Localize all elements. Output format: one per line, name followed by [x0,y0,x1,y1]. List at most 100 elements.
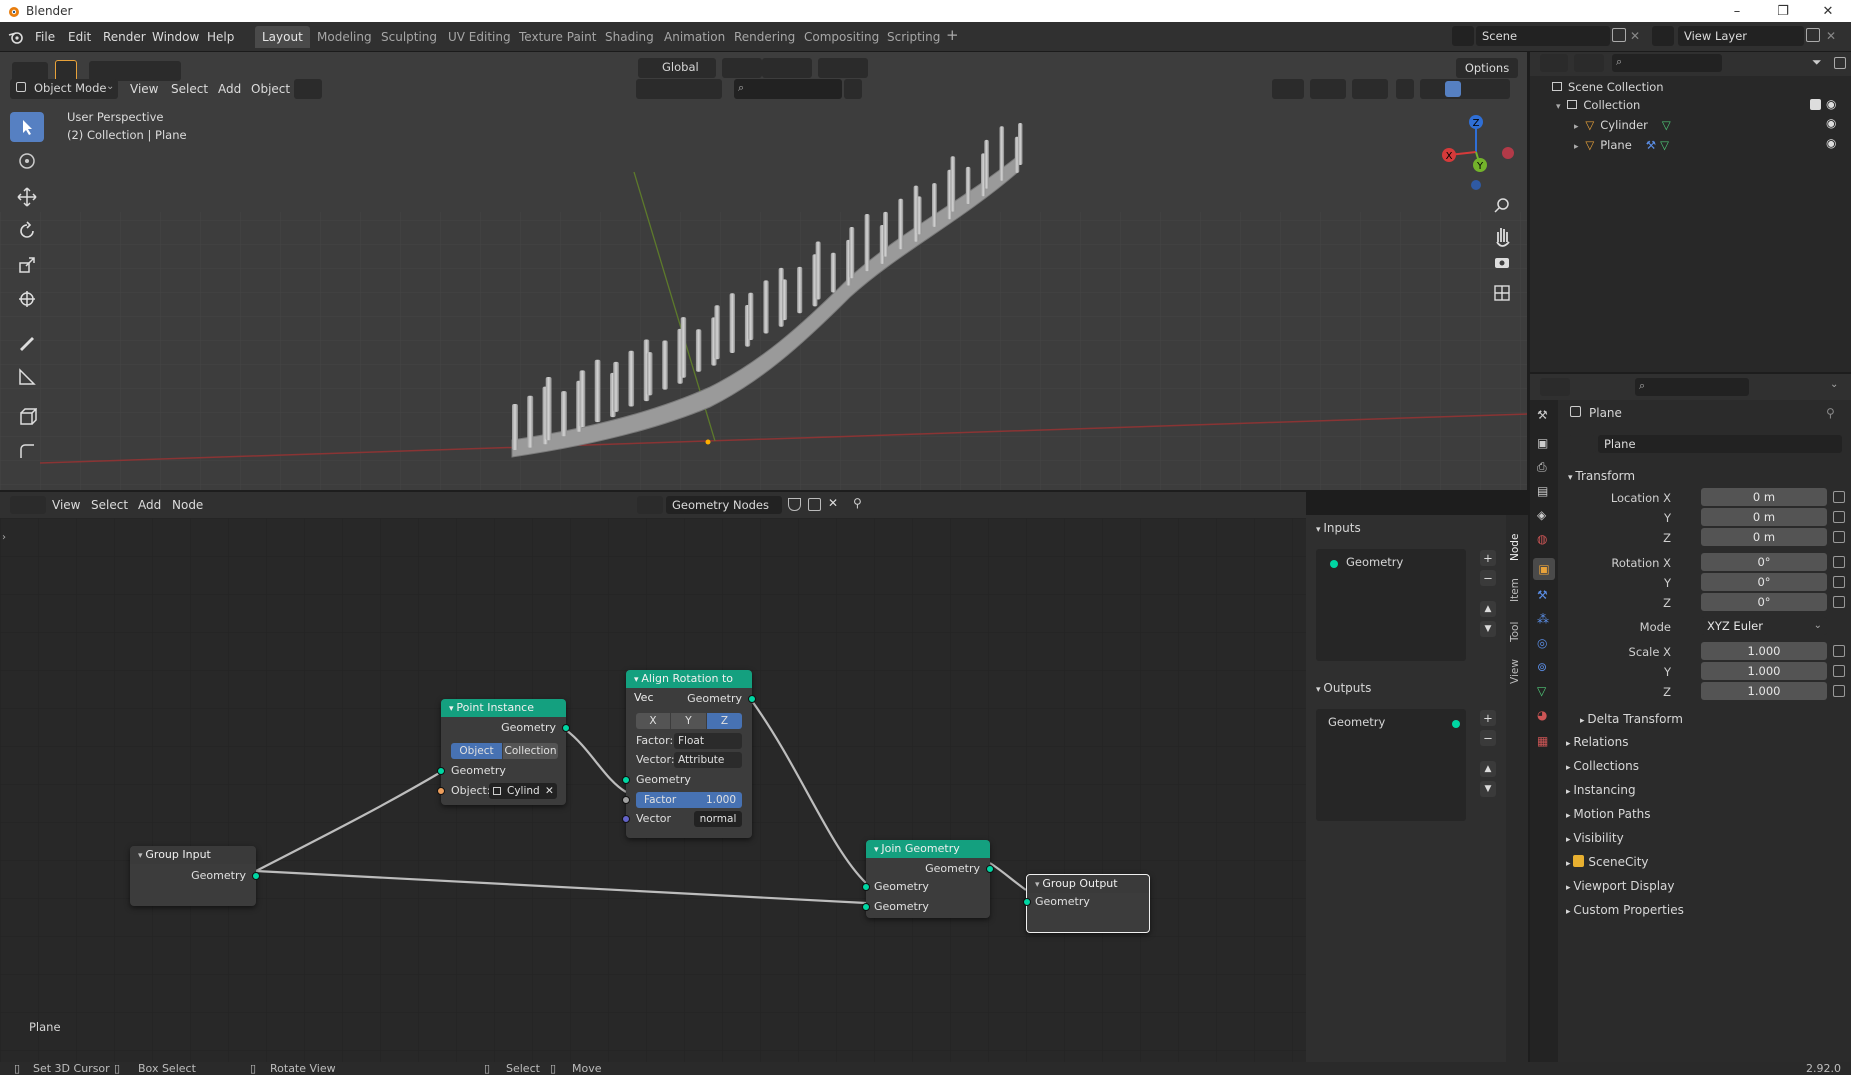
rotate-tool[interactable] [10,216,44,246]
input-item-geometry[interactable]: Geometry [1346,555,1403,569]
view-layer-field[interactable]: View Layer [1678,26,1804,46]
scene-tab-icon[interactable]: ◈ [1537,508,1546,522]
extra-tool[interactable] [10,436,44,466]
node-point-instance[interactable]: ▾ Point Instance Geometry Object Collect… [437,699,570,805]
add-workspace-icon[interactable]: + [946,26,959,44]
outliner-editor-type-icon[interactable] [1540,54,1568,72]
tab-rendering[interactable]: Rendering [727,26,802,48]
select-box-tool[interactable] [10,112,44,142]
eye-icon[interactable]: ◉ [1826,136,1836,150]
blender-menu-icon[interactable] [8,29,24,45]
delta-transform-panel[interactable]: ▸ Delta Transform [1580,709,1683,731]
gizmo-toggle-icon[interactable] [1310,79,1346,99]
tab-scripting[interactable]: Scripting [880,26,947,48]
outliner-scene-collection[interactable]: Scene Collection [1552,80,1664,94]
node-tree-browse-icon[interactable] [637,496,663,514]
pin-icon[interactable]: ⚲ [853,496,862,510]
pin-icon[interactable]: ⚲ [1826,406,1835,420]
lock-icon[interactable] [1833,685,1845,697]
navigation-gizmo[interactable]: Z X Y [1424,110,1524,190]
eye-icon[interactable]: ◉ [1826,97,1836,111]
lock-icon[interactable] [1833,491,1845,503]
node-menu-node[interactable]: Node [172,496,203,514]
delete-view-layer-icon[interactable]: ✕ [1826,27,1836,45]
panel-instancing[interactable]: ▸ Instancing [1566,780,1636,802]
factor-slider[interactable]: Factor 1.000 [636,792,742,808]
snap-icon[interactable] [762,58,812,78]
mode-dropdown[interactable]: Object Mode ⌄ [10,79,118,99]
transform-orientation-dropdown[interactable]: Global [638,58,716,78]
panel-custom-properties[interactable]: ▸ Custom Properties [1566,900,1684,922]
geometry-output-socket[interactable] [986,865,994,873]
node-menu-view[interactable]: View [52,496,80,514]
tab-tool[interactable]: Tool [1509,617,1525,647]
world-tab-icon[interactable]: ◍ [1537,532,1547,546]
xray-icon[interactable] [1396,79,1414,99]
tool-tab-icon[interactable]: ⚒ [1537,408,1548,422]
material-tab-icon[interactable]: ◕ [1537,708,1547,722]
vector-input-socket[interactable] [622,815,630,823]
lock-icon[interactable] [1833,645,1845,657]
inputs-list[interactable]: Geometry [1316,549,1466,661]
viewport-search-input[interactable]: ⌕ [734,79,842,99]
constraints-tab-icon[interactable]: ⊚ [1537,660,1547,674]
tab-compositing[interactable]: Compositing [797,26,886,48]
new-view-layer-icon[interactable] [1806,28,1820,42]
menu-render[interactable]: Render [103,28,146,46]
particles-tab-icon[interactable]: ⁂ [1537,612,1549,626]
geometry-input-socket[interactable] [862,883,870,891]
texture-tab-icon[interactable]: ▦ [1537,734,1548,748]
add-cube-tool[interactable] [10,402,44,432]
geometry-output-socket[interactable] [562,724,570,732]
menu-window[interactable]: Window [152,28,199,46]
output-tab-icon[interactable]: ⎙ [1537,460,1547,475]
pan-hand-icon[interactable] [1496,228,1510,247]
panel-relations[interactable]: ▸ Relations [1566,732,1629,754]
outliner-search-input[interactable]: ⌕ [1612,54,1722,72]
transform-toggle-icon[interactable] [294,79,322,99]
node-group-output[interactable]: ▾ Group Output Geometry [1023,874,1150,933]
properties-search-input[interactable]: ⌕ [1635,378,1749,396]
tab-node[interactable]: Node [1509,529,1525,565]
node-group-input[interactable]: ▾ Group Input Geometry [130,846,260,906]
display-mode-icon[interactable] [1574,54,1604,72]
physics-tab-icon[interactable]: ◎ [1537,636,1547,650]
vector-attribute-field[interactable]: normal [694,811,742,827]
panel-motion-paths[interactable]: ▸ Motion Paths [1566,804,1651,826]
object-browse-icon[interactable] [1568,435,1596,453]
geometry-input-socket[interactable] [862,903,870,911]
outliner-item-cylinder[interactable]: ▸ ▽ Cylinder ▽ [1574,118,1671,132]
remove-output-button[interactable]: − [1480,730,1496,746]
tab-shading[interactable]: Shading [598,26,661,48]
move-tool[interactable] [10,182,44,212]
delete-scene-icon[interactable]: ✕ [1630,27,1640,45]
node-menu-add[interactable]: Add [138,496,161,514]
object-tab-icon[interactable]: ▣ [1533,558,1555,580]
rotation-mode-dropdown[interactable]: XYZ Euler ⌄ [1701,617,1827,635]
cursor-tool[interactable] [10,146,44,176]
mesh-data-icon[interactable]: ▽ [1660,138,1669,152]
proportional-edit-icon[interactable] [818,58,868,78]
duplicate-tree-icon[interactable] [808,498,821,511]
filter-dropdown-icon[interactable] [844,79,862,99]
mode-object-button[interactable]: Object [451,743,502,759]
scale-y-field[interactable]: 1.000 [1701,662,1827,680]
measure-tool[interactable] [10,362,44,392]
move-input-down-button[interactable]: ▼ [1480,621,1496,637]
solid-shading-icon[interactable] [1445,81,1461,97]
lock-icon[interactable] [1833,596,1845,608]
lock-icon[interactable] [1833,531,1845,543]
data-tab-icon[interactable]: ▽ [1537,684,1546,698]
fake-user-shield-icon[interactable] [788,498,801,511]
geometry-input-socket[interactable] [1023,898,1031,906]
scale-tool[interactable] [10,250,44,280]
node-align-rotation[interactable]: ▾ Align Rotation to Vec Geometry X Y Z F… [622,670,756,838]
unlink-tree-icon[interactable]: ✕ [828,496,838,510]
tab-modeling[interactable]: Modeling [310,26,379,48]
zoom-icon[interactable] [1494,198,1509,213]
panel-scenecity[interactable]: ▸ SceneCity [1566,852,1649,874]
menu-edit[interactable]: Edit [68,28,91,46]
render-tab-icon[interactable]: ▣ [1537,436,1548,450]
axis-x-button[interactable]: X [636,713,670,729]
move-output-up-button[interactable]: ▲ [1480,761,1496,777]
